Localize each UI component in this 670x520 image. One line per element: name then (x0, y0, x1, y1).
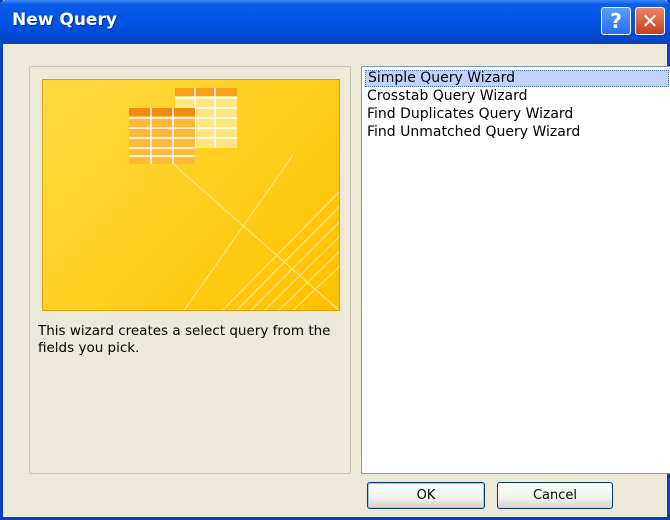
wizard-list[interactable]: Simple Query Wizard Crosstab Query Wizar… (361, 66, 670, 474)
cancel-button[interactable]: Cancel (497, 482, 613, 509)
list-item-find-unmatched-query-wizard[interactable]: Find Unmatched Query Wizard (365, 124, 580, 141)
help-button[interactable]: ? (601, 7, 631, 35)
title-bar[interactable]: New Query ? ✕ (0, 0, 670, 44)
wizard-description: This wizard creates a select query from … (38, 323, 331, 356)
description-panel: This wizard creates a select query from … (29, 66, 351, 474)
list-item-simple-query-wizard[interactable]: Simple Query Wizard (365, 70, 669, 87)
new-query-dialog: New Query ? ✕ This wizard creates a sele… (0, 0, 670, 520)
help-icon: ? (610, 9, 622, 33)
list-item-find-duplicates-query-wizard[interactable]: Find Duplicates Query Wizard (365, 106, 573, 123)
dialog-title: New Query (12, 10, 117, 30)
wizard-preview-image (42, 79, 340, 311)
ok-button[interactable]: OK (367, 482, 485, 509)
table-grid-illustration (129, 88, 339, 310)
close-icon: ✕ (641, 9, 659, 33)
list-item-crosstab-query-wizard[interactable]: Crosstab Query Wizard (365, 88, 528, 105)
close-button[interactable]: ✕ (635, 7, 665, 35)
